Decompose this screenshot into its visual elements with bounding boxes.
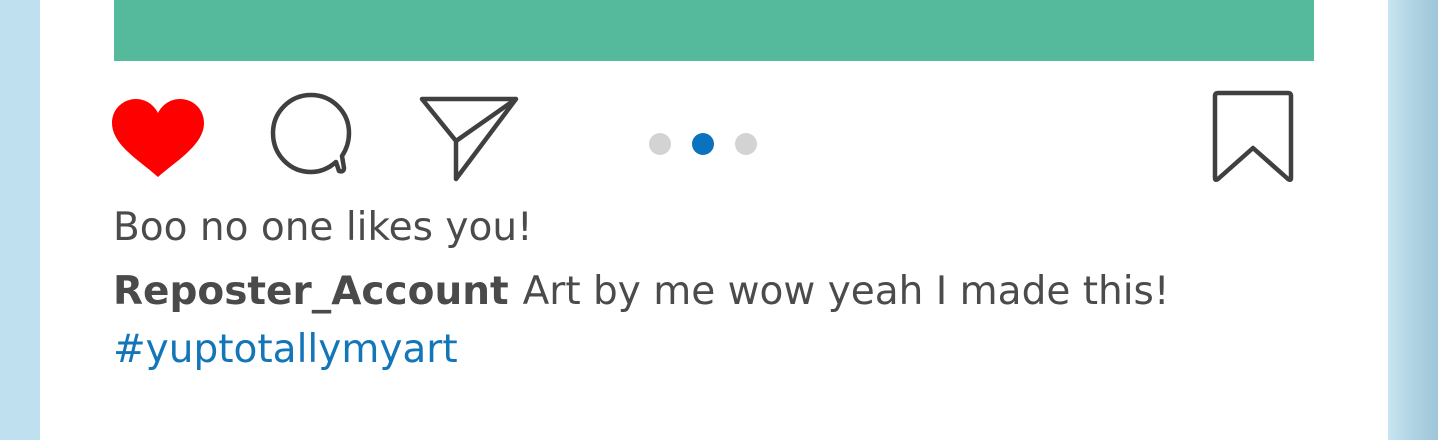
carousel-dot-active[interactable] bbox=[692, 133, 714, 155]
speech-bubble-icon[interactable] bbox=[270, 92, 354, 176]
username-link[interactable]: Reposter_Account bbox=[113, 269, 509, 314]
heart-icon[interactable] bbox=[110, 97, 206, 179]
hashtag-link[interactable]: #yuptotallymyart bbox=[113, 326, 458, 374]
carousel-indicator bbox=[649, 132, 759, 156]
post-card: Boo no one likes you! Reposter_Account Ar… bbox=[40, 0, 1388, 440]
caption-text: Art by me wow yeah I made this! bbox=[522, 269, 1170, 314]
caption-line: Reposter_Account Art by me wow yeah I mad… bbox=[113, 268, 1170, 316]
likes-text: Boo no one likes you! bbox=[113, 205, 533, 250]
paper-plane-icon[interactable] bbox=[418, 95, 520, 183]
carousel-dot[interactable] bbox=[649, 133, 671, 155]
bookmark-icon[interactable] bbox=[1212, 90, 1294, 184]
post-image[interactable] bbox=[114, 0, 1314, 61]
carousel-dot[interactable] bbox=[735, 133, 757, 155]
background-right bbox=[1388, 0, 1438, 440]
background-left bbox=[0, 0, 40, 440]
